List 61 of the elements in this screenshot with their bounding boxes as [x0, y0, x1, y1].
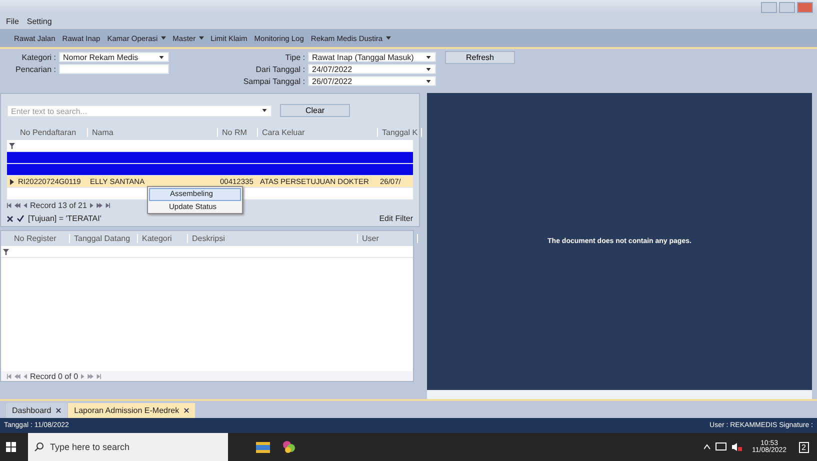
caret-icon [386, 36, 391, 40]
filter-icon[interactable] [2, 248, 8, 254]
caret-icon [426, 68, 431, 71]
tipe-dropdown[interactable]: Rawat Inap (Tanggal Masuk) [308, 52, 436, 62]
field-label: Tipe : [284, 52, 305, 62]
filter-checkbox[interactable] [17, 215, 24, 222]
column-header[interactable]: Cara Keluar [258, 128, 378, 137]
field-label: Sampai Tanggal : [242, 76, 305, 86]
kategori-dropdown[interactable]: Nomor Rekam Medis [59, 52, 169, 62]
date-field[interactable]: 26/07/2022 [308, 76, 436, 86]
column-header[interactable]: User [358, 234, 418, 243]
table-row[interactable] [7, 152, 413, 164]
refresh-button[interactable]: Refresh [445, 50, 515, 64]
caret-icon [262, 108, 267, 112]
column-header[interactable]: No Pendaftaran [16, 128, 88, 137]
start-icon[interactable] [6, 442, 16, 452]
filter-icon[interactable] [8, 142, 14, 148]
search-icon [34, 442, 44, 452]
caret-icon [160, 36, 166, 40]
date-field[interactable]: 24/07/2022 [308, 64, 436, 74]
record-counter: Record 13 of 21 [30, 200, 87, 210]
menu-item[interactable]: Setting [26, 17, 52, 26]
column-header[interactable]: No Register [10, 234, 70, 243]
caret-icon [426, 80, 431, 83]
search-field[interactable] [59, 64, 169, 74]
field-label: Pencarian : [14, 64, 56, 74]
tab[interactable]: Dashboard [6, 403, 68, 418]
clear-button[interactable]: Clear [280, 104, 350, 117]
nav-back-icon[interactable] [7, 374, 27, 378]
record-counter: Record 0 of 0 [30, 372, 78, 380]
tab[interactable]: Laporan Admission E-Medrek [68, 403, 196, 418]
nav-forward-icon[interactable] [81, 374, 102, 378]
current-row-icon [8, 178, 14, 184]
notification-badge[interactable]: 2 [798, 442, 809, 452]
field-label: Dari Tanggal : [254, 64, 305, 74]
edit-filter-link[interactable]: Edit Filter [379, 214, 413, 223]
nav-back-icon[interactable] [7, 202, 27, 208]
scroll-bar[interactable] [427, 390, 812, 399]
close-icon[interactable] [56, 408, 62, 413]
column-header[interactable]: Tanggal K [378, 128, 422, 137]
table-row[interactable] [7, 164, 413, 176]
caret-icon [198, 36, 204, 40]
menu-item[interactable]: File [6, 17, 19, 26]
caret-icon [426, 56, 431, 59]
close-icon[interactable] [7, 216, 13, 222]
tray-icons[interactable] [704, 442, 744, 452]
app-icon[interactable] [282, 440, 296, 454]
search-placeholder: Type here to search [50, 442, 130, 452]
column-header[interactable]: No RM [218, 128, 258, 137]
caret-icon [159, 56, 164, 59]
filter-expression: [Tujuan] = 'TERATAI' [28, 214, 102, 223]
taskbar-search-field[interactable]: Type here to search [28, 433, 228, 461]
close-icon[interactable] [184, 408, 190, 413]
column-header[interactable]: Nama [88, 128, 218, 137]
field-label: Kategori : [20, 52, 56, 62]
nav-forward-icon[interactable] [90, 202, 110, 208]
column-header[interactable]: Kategori [138, 234, 188, 243]
column-header[interactable]: Tanggal Datang [70, 234, 138, 243]
close-button[interactable] [797, 2, 813, 12]
column-header[interactable]: Deskripsi [188, 234, 358, 243]
folder-icon[interactable] [256, 440, 270, 454]
